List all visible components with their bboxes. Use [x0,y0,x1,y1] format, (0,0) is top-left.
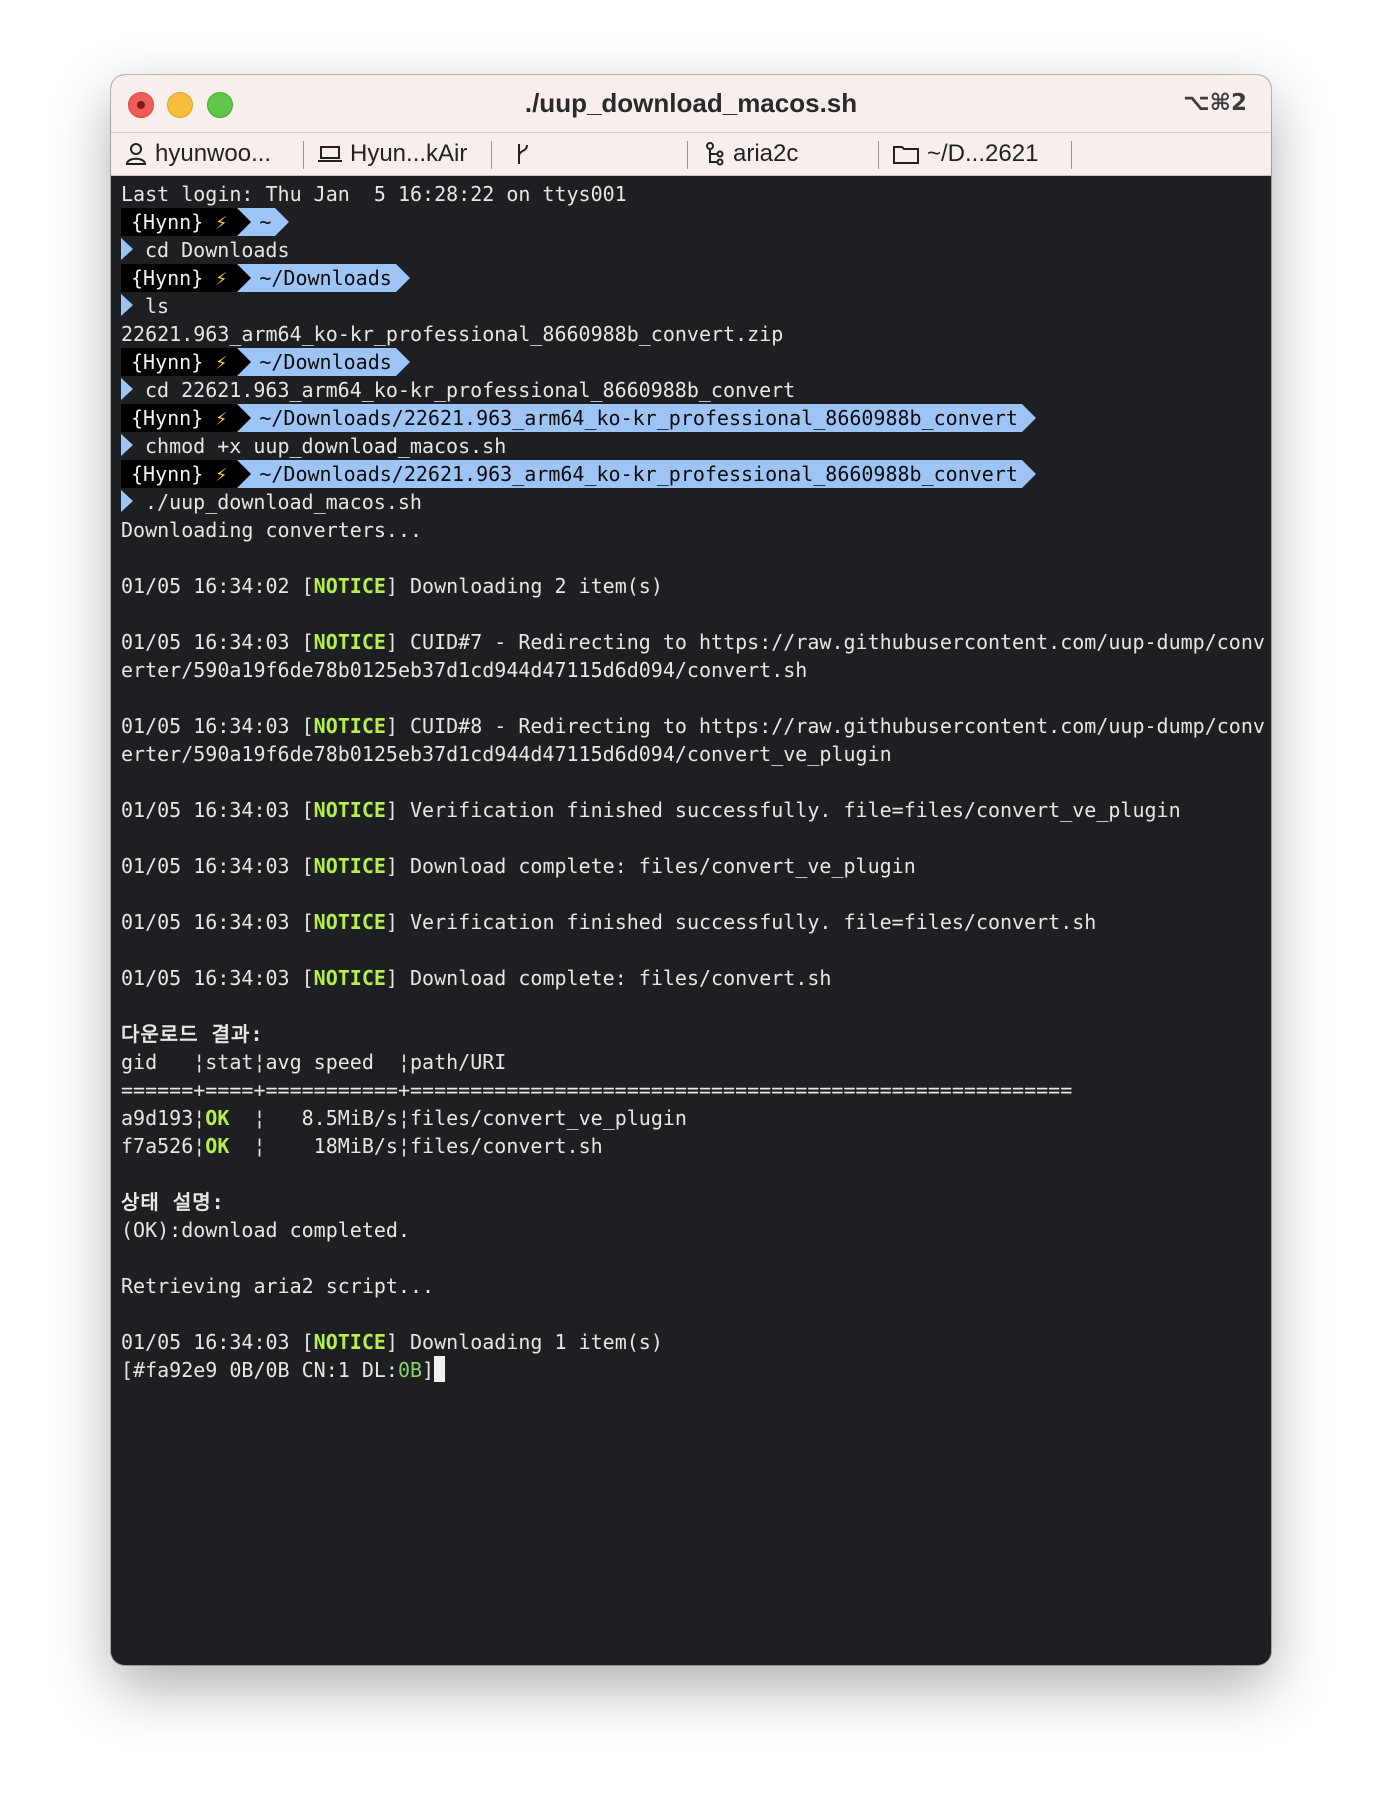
tab-directory[interactable]: ~/D...2621 [893,133,1038,175]
tab-divider [303,141,304,169]
prompt-line: {Hynn} ⚡ ~/Downloads/22621.963_arm64_ko-k… [121,460,1265,488]
lightning-icon: ⚡ [215,462,228,486]
progress-line: [#fa92e9 0B/0B CN:1 DL:0B] [121,1356,1265,1384]
log-line-continued: erter/590a19f6de78b0125eb37d1cd944d47115… [121,658,808,682]
window-shortcut: ⌥⌘2 [1183,90,1247,116]
log-line: 01/05 16:34:03 [NOTICE] CUID#8 - Redirec… [121,714,1265,738]
log-line: 01/05 16:34:03 [NOTICE] Verification fin… [121,910,1097,934]
log-line: 01/05 16:34:03 [NOTICE] Verification fin… [121,798,1181,822]
lightning-icon: ⚡ [215,406,228,430]
prompt-path: ~ [237,208,290,236]
prompt-path: ~/Downloads [237,264,411,292]
tab-host-label: Hyun...kAir [350,140,468,167]
ls-output-line: 22621.963_arm64_ko-kr_professional_86609… [121,322,784,346]
output-line: Retrieving aria2 script... [121,1274,435,1298]
tab-directory-label: ~/D...2621 [927,140,1039,167]
person-icon [125,143,147,165]
prompt-chevron-icon [121,294,133,316]
command-line: ls [121,292,1265,320]
log-line: 01/05 16:34:03 [NOTICE] Downloading 1 it… [121,1330,663,1354]
output-line: Downloading converters... [121,518,423,542]
prompt-chevron-icon [121,378,133,400]
prompt-path: ~/Downloads/22621.963_arm64_ko-kr_profes… [237,460,1036,488]
git-branch-icon [518,144,528,164]
prompt-chevron-icon [121,490,133,512]
table-header: gid ¦stat¦avg speed ¦path/URI [121,1050,507,1074]
tab-user-label: hyunwoo... [155,140,272,167]
tab-git[interactable] [515,133,539,175]
lightning-icon: ⚡ [215,350,228,374]
status-bar: hyunwoo... Hyun...kAir aria2c ~/D...2621 [111,132,1271,176]
tab-process-label: aria2c [733,140,799,167]
process-icon [706,142,724,166]
log-line: 01/05 16:34:02 [NOTICE] Downloading 2 it… [121,574,663,598]
tab-user[interactable]: hyunwoo... [125,133,271,175]
log-line-continued: erter/590a19f6de78b0125eb37d1cd944d47115… [121,742,892,766]
window-title: ./uup_download_macos.sh [524,88,858,118]
tab-divider [1071,141,1072,169]
tab-divider [687,141,688,169]
prompt-line: {Hynn} ⚡ ~/Downloads [121,348,1265,376]
lightning-icon: ⚡ [215,266,228,290]
prompt-path: ~/Downloads [237,348,411,376]
command-line: ./uup_download_macos.sh [121,488,1265,516]
status-heading: 상태 설명: [121,1190,225,1214]
tab-divider [878,141,879,169]
log-line: 01/05 16:34:03 [NOTICE] Download complet… [121,966,832,990]
prompt-chevron-icon [121,434,133,456]
terminal-window: ./uup_download_macos.sh ⌥⌘2 hyunwoo... H… [111,75,1271,1665]
prompt-line: {Hynn} ⚡ ~/Downloads [121,264,1265,292]
table-row: f7a526¦OK ¦ 18MiB/s¦files/convert.sh [121,1134,603,1158]
tab-divider [491,141,492,169]
prompt-chevron-icon [121,238,133,260]
prompt-path: ~/Downloads/22621.963_arm64_ko-kr_profes… [237,404,1036,432]
last-login-line: Last login: Thu Jan 5 16:28:22 on ttys00… [121,182,627,206]
command-line: cd 22621.963_arm64_ko-kr_professional_86… [121,376,1265,404]
terminal-output[interactable]: Last login: Thu Jan 5 16:28:22 on ttys00… [111,176,1271,1665]
prompt-line: {Hynn} ⚡ ~ [121,208,1265,236]
result-heading: 다운로드 결과: [121,1022,264,1046]
log-line: 01/05 16:34:03 [NOTICE] Download complet… [121,854,916,878]
prompt-line: {Hynn} ⚡ ~/Downloads/22621.963_arm64_ko-k… [121,404,1265,432]
log-line: 01/05 16:34:03 [NOTICE] CUID#7 - Redirec… [121,630,1265,654]
table-row: a9d193¦OK ¦ 8.5MiB/s¦files/convert_ve_pl… [121,1106,687,1130]
command-line: cd Downloads [121,236,1265,264]
tab-process[interactable]: aria2c [705,133,798,175]
terminal-cursor[interactable] [434,1356,446,1382]
table-rule: ======+====+===========+================… [121,1078,1073,1102]
title-bar: ./uup_download_macos.sh ⌥⌘2 [111,75,1271,132]
lightning-icon: ⚡ [215,210,228,234]
laptop-icon [318,146,342,162]
folder-icon [893,146,919,164]
tab-host[interactable]: Hyun...kAir [318,133,467,175]
status-ok-line: (OK):download completed. [121,1218,410,1242]
command-line: chmod +x uup_download_macos.sh [121,432,1265,460]
